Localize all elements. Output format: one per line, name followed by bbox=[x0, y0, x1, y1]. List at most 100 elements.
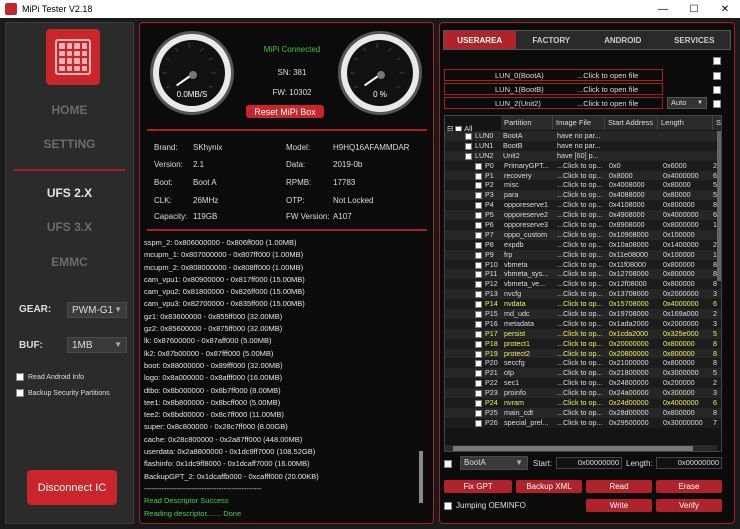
buf-select[interactable]: 1MB ▼ bbox=[67, 337, 127, 353]
table-row[interactable]: P12 vbmeta_ve... ...Click to op... 0x12f080… bbox=[445, 279, 721, 290]
table-row[interactable]: P25 main_cdt ...Click to op... 0x28d00000 0x… bbox=[445, 407, 721, 418]
checkbox-box[interactable] bbox=[16, 373, 24, 381]
row-checkbox[interactable] bbox=[475, 182, 482, 190]
row-checkbox[interactable] bbox=[475, 360, 482, 368]
col-s[interactable]: S bbox=[713, 116, 721, 130]
row-checkbox[interactable] bbox=[475, 202, 482, 210]
table-row[interactable]: P19 protect2 ...Click to op... 0x20800000 0x… bbox=[445, 348, 721, 359]
table-row[interactable]: P7 oppo_custom ...Click to op... 0x10908000… bbox=[445, 229, 721, 240]
read-button[interactable]: Read bbox=[586, 480, 652, 493]
row-checkbox[interactable] bbox=[475, 419, 482, 427]
row-checkbox[interactable] bbox=[475, 301, 482, 309]
table-hscrollbar[interactable] bbox=[445, 445, 717, 451]
option-checkbox[interactable] bbox=[713, 57, 721, 65]
table-row[interactable]: P16 metadata ...Click to op... 0x1ada2000 0x… bbox=[445, 318, 721, 329]
row-checkbox[interactable] bbox=[475, 320, 482, 328]
row-checkbox[interactable] bbox=[475, 400, 482, 408]
lun2-file-picker[interactable]: LUN_2(Unit2) ...Click to open file bbox=[444, 97, 663, 109]
nav-home[interactable]: HOME bbox=[6, 103, 133, 117]
row-checkbox[interactable] bbox=[475, 340, 482, 348]
table-row[interactable]: P11 vbmeta_sys... ...Click to op... 0x12708… bbox=[445, 269, 721, 280]
lun1-checkbox[interactable] bbox=[713, 86, 721, 94]
boot-select[interactable]: BootA ▼ bbox=[460, 456, 528, 470]
row-checkbox[interactable] bbox=[475, 291, 482, 299]
table-row[interactable]: P14 nvdata ...Click to op... 0x15708000 0x40… bbox=[445, 299, 721, 310]
table-row[interactable]: P2 misc ...Click to op... 0x4008000 0x80000 5 bbox=[445, 180, 721, 191]
table-row[interactable]: P5 opporeserve2 ...Click to op... 0x4908000… bbox=[445, 210, 721, 221]
row-checkbox[interactable] bbox=[465, 133, 472, 140]
maximize-button[interactable]: ☐ bbox=[679, 0, 709, 18]
tab-factory[interactable]: FACTORY bbox=[516, 31, 588, 49]
table-row[interactable]: P23 proinfo ...Click to op... 0x24a00000 0x3… bbox=[445, 388, 721, 399]
tab-userarea[interactable]: USERAREA bbox=[444, 31, 516, 49]
table-row[interactable]: P4 opporeserve1 ...Click to op... 0x4108000… bbox=[445, 200, 721, 211]
table-row[interactable]: LUN1 BootB have no par... bbox=[445, 140, 721, 151]
read-android-info-checkbox[interactable]: Read Android Info bbox=[16, 373, 84, 381]
log-output[interactable]: sspm_2: 0x806000000 - 0x806ff000 (1.00MB… bbox=[144, 237, 426, 520]
fix-gpt-button[interactable]: Fix GPT bbox=[444, 480, 512, 493]
row-checkbox[interactable] bbox=[475, 241, 482, 249]
row-checkbox[interactable] bbox=[475, 330, 482, 338]
table-row[interactable]: P9 frp ...Click to op... 0x11e08000 0x100000… bbox=[445, 249, 721, 260]
lun0-checkbox[interactable] bbox=[713, 72, 721, 80]
table-row[interactable]: P8 expdb ...Click to op... 0x10a08000 0x1400… bbox=[445, 239, 721, 250]
row-checkbox[interactable] bbox=[475, 271, 482, 279]
table-row[interactable]: P10 vbmeta ...Click to op... 0x11f08000 0x80… bbox=[445, 259, 721, 270]
row-checkbox[interactable] bbox=[475, 409, 482, 417]
col-length[interactable]: Length bbox=[658, 116, 713, 130]
table-row[interactable]: P26 special_prel... ...Click to op... 0x295… bbox=[445, 417, 721, 428]
row-checkbox[interactable] bbox=[475, 380, 482, 388]
table-vscrollbar[interactable] bbox=[717, 131, 721, 281]
lun1-file-picker[interactable]: LUN_1(BootB) ...Click to open file bbox=[444, 83, 663, 95]
row-checkbox[interactable] bbox=[475, 251, 482, 259]
table-row[interactable]: P24 nvram ...Click to op... 0x24d00000 0x400… bbox=[445, 398, 721, 408]
nav-setting[interactable]: SETTING bbox=[6, 137, 133, 151]
row-checkbox[interactable] bbox=[475, 172, 482, 180]
lun0-file-picker[interactable]: LUN_0(BootA) ...Click to open file bbox=[444, 69, 663, 81]
write-button[interactable]: Write bbox=[586, 499, 652, 512]
boot-checkbox[interactable] bbox=[444, 460, 452, 468]
checkbox-box[interactable] bbox=[444, 501, 452, 510]
table-row[interactable]: P13 nvcfg ...Click to op... 0x13708000 0x200… bbox=[445, 289, 721, 300]
lun2-checkbox[interactable] bbox=[713, 100, 721, 108]
backup-security-checkbox[interactable]: Backup Security Partitions bbox=[16, 389, 110, 397]
backup-xml-button[interactable]: Backup XML bbox=[516, 480, 582, 493]
table-row[interactable]: P22 sec1 ...Click to op... 0x24800000 0x2000… bbox=[445, 378, 721, 389]
row-checkbox[interactable] bbox=[465, 152, 472, 160]
nav-ufs3[interactable]: UFS 3.X bbox=[6, 220, 133, 234]
row-checkbox[interactable] bbox=[475, 370, 482, 378]
row-checkbox[interactable] bbox=[475, 162, 482, 170]
table-row[interactable]: P15 md_udc ...Click to op... 0x19708000 0x16… bbox=[445, 309, 721, 319]
col-start-address[interactable]: Start Address bbox=[605, 116, 658, 130]
jumping-oeminfo-checkbox[interactable]: Jumping OEMINFO bbox=[444, 501, 526, 510]
minimize-button[interactable]: — bbox=[648, 0, 678, 18]
row-checkbox[interactable] bbox=[475, 311, 482, 319]
row-checkbox[interactable] bbox=[475, 192, 482, 200]
table-row[interactable]: P21 otp ...Click to op... 0x21800000 0x30000… bbox=[445, 368, 721, 379]
erase-button[interactable]: Erase bbox=[656, 480, 722, 493]
table-row[interactable]: LUN2 Unit2 have [60] p... bbox=[445, 150, 721, 161]
start-input[interactable]: 0x00000000 bbox=[556, 457, 622, 469]
row-checkbox[interactable] bbox=[475, 261, 482, 269]
table-row[interactable]: P18 protect1 ...Click to op... 0x20000000 0x… bbox=[445, 338, 721, 349]
length-input[interactable]: 0x00000000 bbox=[656, 457, 722, 469]
row-checkbox[interactable] bbox=[475, 281, 482, 289]
disconnect-button[interactable]: Disconnect IC bbox=[27, 470, 117, 505]
close-button[interactable]: ✕ bbox=[710, 0, 740, 18]
tab-services[interactable]: SERVICES bbox=[659, 31, 731, 49]
checkbox-box[interactable] bbox=[16, 389, 24, 397]
table-row[interactable]: P6 opporeserve3 ...Click to op... 0x8908000… bbox=[445, 220, 721, 230]
reset-mipi-box-button[interactable]: Reset MiPi Box bbox=[246, 105, 324, 118]
table-row[interactable]: P17 persist ...Click to op... 0x1cda2000 0x3… bbox=[445, 328, 721, 339]
table-row[interactable]: P0 PrimaryGPT... ...Click to op... 0x0 0x600… bbox=[445, 160, 721, 171]
table-row[interactable]: P20 seccfg ...Click to op... 0x21000000 0x80… bbox=[445, 358, 721, 369]
row-checkbox[interactable] bbox=[475, 350, 482, 358]
tab-android[interactable]: ANDROID bbox=[587, 31, 659, 49]
gear-select[interactable]: PWM-G1 ▼ bbox=[67, 302, 127, 318]
row-checkbox[interactable] bbox=[475, 390, 482, 398]
table-row[interactable]: P3 para ...Click to op... 0x4088000 0x80000 5 bbox=[445, 190, 721, 201]
table-row[interactable]: P1 recovery ...Click to op... 0x8000 0x40000… bbox=[445, 170, 721, 181]
table-row[interactable]: LUN0 BootA have no par... bbox=[445, 131, 721, 141]
row-checkbox[interactable] bbox=[475, 212, 482, 220]
row-checkbox[interactable] bbox=[475, 222, 482, 230]
